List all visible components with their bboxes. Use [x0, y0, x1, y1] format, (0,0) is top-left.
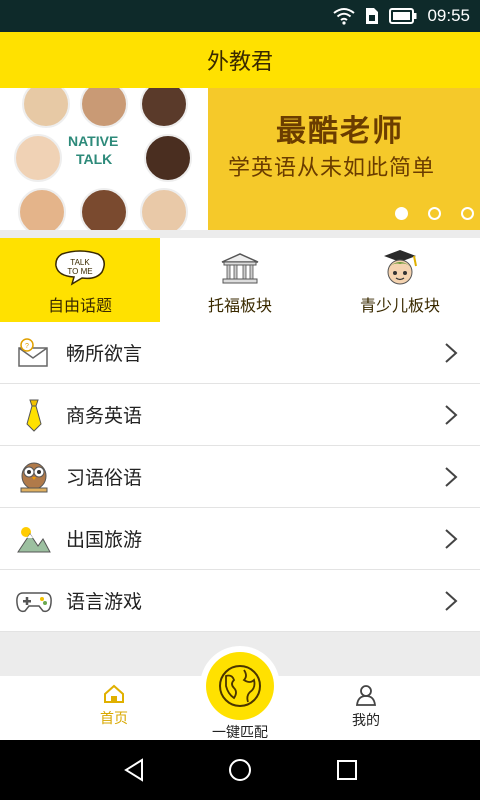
graduate-kid-icon	[384, 250, 417, 285]
list-item[interactable]: 商务英语	[0, 384, 480, 446]
back-icon[interactable]	[122, 758, 146, 782]
nav-label: 首页	[100, 711, 128, 727]
mountain-icon	[14, 519, 54, 559]
page-title: 外教君	[206, 50, 273, 75]
teacher-collage: NATIVE TALK	[0, 88, 208, 230]
home-icon	[104, 684, 124, 703]
list-item[interactable]: ? 畅所欲言	[0, 322, 480, 384]
system-nav-bar	[0, 740, 480, 800]
tie-icon	[14, 395, 54, 435]
gamepad-icon	[14, 581, 54, 621]
teacher-photo	[140, 88, 188, 128]
carousel-dot[interactable]	[395, 207, 408, 220]
owl-icon	[14, 457, 54, 497]
list-item-label: 习语俗语	[66, 467, 143, 489]
tab-label: 自由话题	[47, 296, 112, 315]
list-item-label: 语言游戏	[66, 591, 143, 613]
home-circle-icon[interactable]	[228, 758, 252, 782]
teacher-photo	[14, 134, 62, 182]
teacher-photo	[144, 134, 192, 182]
teacher-photo	[80, 188, 128, 230]
tab-kids[interactable]: 青少儿板块	[320, 238, 480, 322]
list-item[interactable]: 出国旅游	[0, 508, 480, 570]
teacher-photo	[18, 188, 66, 230]
teacher-photo	[140, 188, 188, 230]
topic-list: ? 畅所欲言 商务英语 习语俗语 出国旅游 语言游戏	[0, 322, 480, 632]
badge-line: NATIVE	[68, 133, 119, 149]
chevron-right-icon	[445, 343, 458, 363]
battery-icon	[389, 8, 417, 24]
carousel-dot[interactable]	[428, 207, 441, 220]
speech-line: TO ME	[67, 267, 92, 276]
carousel-indicator	[395, 207, 474, 220]
match-button[interactable]	[206, 652, 274, 720]
nav-mine[interactable]: 我的	[326, 684, 406, 730]
talk-to-me-bubble-icon: TALK TO ME	[55, 250, 105, 286]
app-header: 外教君	[0, 32, 480, 88]
nav-home[interactable]: 首页	[74, 684, 154, 728]
chevron-right-icon	[445, 529, 458, 549]
match-label: 一键匹配	[212, 725, 268, 741]
user-icon	[355, 685, 377, 706]
list-item[interactable]: 习语俗语	[0, 446, 480, 508]
speech-line: TALK	[70, 258, 90, 267]
badge-line: TALK	[76, 151, 113, 167]
tab-toefl[interactable]: 托福板块	[160, 238, 320, 322]
native-talk-badge: NATIVE TALK	[68, 132, 138, 180]
status-time: 09:55	[427, 6, 470, 25]
wifi-icon	[333, 8, 356, 25]
chevron-right-icon	[445, 467, 458, 487]
museum-building-icon	[221, 253, 259, 284]
sim-card-icon	[366, 8, 379, 24]
category-tabs: TALK TO ME 自由话题 托福板块 青少儿板块	[0, 238, 480, 322]
status-bar: 09:55	[0, 0, 480, 32]
banner-subtitle: 学英语从未如此简单	[228, 156, 436, 181]
chevron-right-icon	[445, 591, 458, 611]
globe-icon	[219, 665, 261, 707]
teacher-photo	[80, 88, 128, 128]
list-item-label: 畅所欲言	[66, 343, 143, 365]
tab-label: 青少儿板块	[359, 296, 440, 315]
teacher-photo	[22, 88, 70, 128]
tab-free-topics[interactable]: TALK TO ME 自由话题	[0, 238, 160, 322]
svg-text:?: ?	[25, 343, 29, 350]
list-item-label: 商务英语	[66, 405, 143, 427]
list-item[interactable]: 语言游戏	[0, 570, 480, 632]
list-item-label: 出国旅游	[66, 529, 143, 551]
chevron-right-icon	[445, 405, 458, 425]
mail-chat-icon: ?	[14, 333, 54, 373]
promo-banner[interactable]: NATIVE TALK 最酷老师 学英语从未如此简单	[0, 88, 480, 230]
carousel-dot[interactable]	[461, 207, 474, 220]
banner-title: 最酷老师	[276, 114, 404, 149]
recents-icon[interactable]	[336, 759, 358, 781]
tab-label: 托福板块	[207, 296, 272, 315]
nav-label: 我的	[352, 713, 380, 729]
